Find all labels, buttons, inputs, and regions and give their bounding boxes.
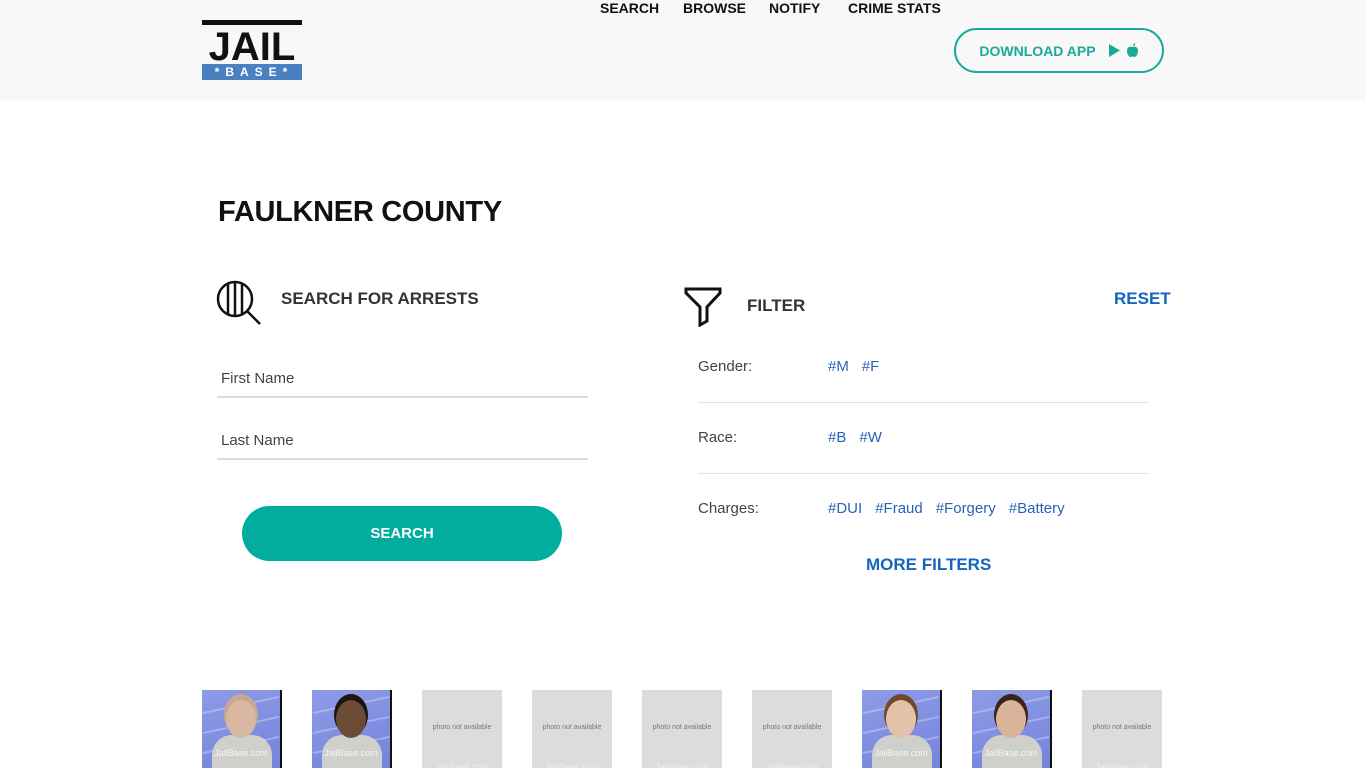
download-app-button[interactable]: DOWNLOAD APP [954,28,1164,73]
photo-not-available-text: photo not available [432,724,492,731]
filter-tag[interactable]: #B [828,429,846,446]
svg-text:JAIL: JAIL [209,25,296,63]
filter-tag[interactable]: #Battery [1009,500,1065,517]
person-head [886,700,916,738]
mugshot-placeholder[interactable]: photo not available JailBase.com [532,690,612,768]
filter-heading: FILTER [747,296,806,315]
first-name-input[interactable] [217,360,588,398]
person-head [226,700,256,738]
filter-icon [684,287,722,327]
filter-tag[interactable]: #DUI [828,500,862,517]
mugshot-thumbnail[interactable]: JailBase.com [972,690,1052,768]
filter-row-gender: Gender: #M #F [698,332,1149,403]
watermark: JailBase.com [545,762,599,768]
watermark: JailBase.com [435,762,489,768]
logo-subtitle: *BASE* [202,64,302,80]
watermark: JailBase.com [984,748,1038,758]
mugshot-placeholder[interactable]: photo not available JailBase.com [752,690,832,768]
reset-filters-link[interactable]: RESET [1114,289,1171,309]
filter-label: Race: [698,429,738,446]
mugshot-placeholder[interactable]: photo not available JailBase.com [642,690,722,768]
watermark: JailBase.com [765,762,819,768]
person-head [336,700,366,738]
more-filters-link[interactable]: MORE FILTERS [866,555,991,575]
watermark: JailBase.com [214,748,268,758]
download-app-label: DOWNLOAD APP [979,42,1096,59]
search-button[interactable]: SEARCH [242,506,562,561]
mugshot-thumbnail[interactable]: JailBase.com [312,690,392,768]
mugshot-thumbnail[interactable]: JailBase.com [202,690,282,768]
nav-search[interactable]: SEARCH [600,0,659,16]
search-heading: SEARCH FOR ARRESTS [281,289,479,308]
watermark: JailBase.com [324,748,378,758]
last-name-input[interactable] [217,422,588,460]
photo-not-available-text: photo not available [652,724,712,731]
logo-wordmark: JAIL [202,20,302,63]
watermark: JailBase.com [1095,762,1149,768]
photo-not-available-text: photo not available [542,724,602,731]
filter-tag[interactable]: #M [828,358,849,375]
filter-row-charges: Charges: #DUI #Fraud #Forgery #Battery [698,474,1149,545]
watermark: JailBase.com [655,762,709,768]
mugshot-thumbnail[interactable]: JailBase.com [862,690,942,768]
mugshot-placeholder[interactable]: photo not available JailBase.com [422,690,502,768]
watermark: JailBase.com [874,748,928,758]
mugshot-placeholder[interactable]: photo not available JailBase.com [1082,690,1162,768]
nav-crime-stats[interactable]: CRIME STATS [848,0,941,16]
mugshot-strip: JailBase.com JailBase.com photo not availa… [202,690,1162,768]
site-header: JAIL *BASE* SEARCH BROWSE NOTIFY CRIME S… [0,0,1366,100]
person-head [996,700,1026,738]
jailbase-logo[interactable]: JAIL *BASE* [202,20,302,80]
filter-tag[interactable]: #W [859,429,882,446]
search-icon [216,280,261,325]
photo-not-available-text: photo not available [762,724,822,731]
nav-browse[interactable]: BROWSE [683,0,746,16]
filter-label: Charges: [698,500,759,517]
nav-notify[interactable]: NOTIFY [769,0,820,16]
page-title: FAULKNER COUNTY [218,196,502,228]
filter-tag[interactable]: #F [862,358,880,375]
filter-tag[interactable]: #Fraud [875,500,923,517]
filter-label: Gender: [698,358,753,375]
apple-icon [1126,43,1138,57]
photo-not-available-text: photo not available [1092,724,1152,731]
filter-row-race: Race: #B #W [698,403,1149,474]
filter-tag[interactable]: #Forgery [936,500,996,517]
play-store-icon [1108,44,1120,57]
